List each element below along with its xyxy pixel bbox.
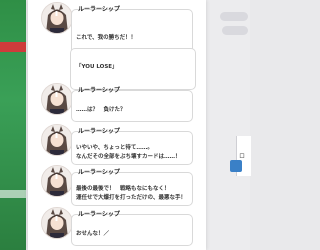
message-text: おせんな！／ [76, 231, 110, 237]
background-right [206, 0, 250, 250]
message-text: ……は？ 負けた？ [76, 107, 126, 113]
speaker-name: ルーラーシップ [78, 6, 120, 13]
speaker-name: ルーラーシップ [78, 87, 120, 94]
character-avatar [41, 165, 73, 197]
speaker-name: ルーラーシップ [78, 169, 120, 176]
character-avatar [41, 207, 73, 239]
background-stripe [0, 42, 26, 52]
top-button[interactable] [220, 12, 248, 21]
top-button[interactable] [222, 26, 248, 35]
side-blue-icon[interactable] [230, 160, 242, 172]
background-left [0, 0, 26, 250]
character-avatar [41, 124, 73, 156]
character-avatar [41, 83, 73, 115]
speaker-name: ルーラーシップ [78, 211, 120, 218]
message-text: いやいや、ちょっと待て……。 なんだその全部をぶち壊すカードは……！ [76, 145, 181, 160]
character-avatar [41, 2, 73, 34]
message-text: 「YOU LOSE」 [76, 64, 118, 70]
speaker-name: ルーラーシップ [78, 128, 120, 135]
message-text: 最後の最後で！ 戦略もなにもなく！ 運任せで大爆打を打っただけの、最悪な手！ [76, 186, 187, 201]
side-panel-label: ロ [239, 153, 246, 160]
message-text: これで、我の勝ちだ！！ [76, 35, 137, 41]
background-stripe [0, 190, 26, 198]
